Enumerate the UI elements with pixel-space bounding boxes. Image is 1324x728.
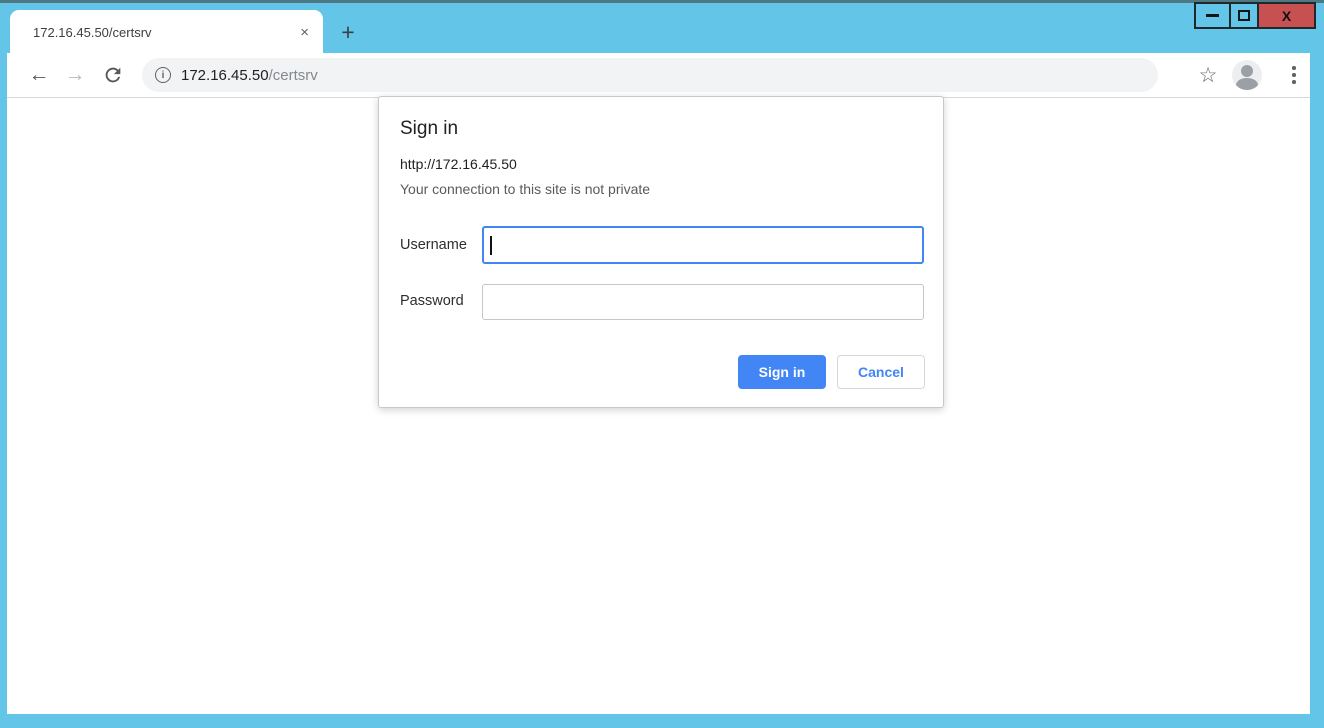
browser-menu-icon[interactable] <box>1281 53 1307 97</box>
dialog-origin-url: http://172.16.45.50 <box>400 156 517 172</box>
back-button[interactable]: ← <box>26 53 52 97</box>
cancel-button[interactable]: Cancel <box>837 355 925 389</box>
url-text: 172.16.45.50/certsrv <box>181 67 318 84</box>
tab-close-icon[interactable]: × <box>300 25 309 40</box>
forward-button: → <box>62 53 88 97</box>
window-controls: X <box>1194 2 1316 29</box>
tab-title: 172.16.45.50/certsrv <box>33 25 300 40</box>
dialog-warning-text: Your connection to this site is not priv… <box>400 181 650 197</box>
close-window-icon: X <box>1282 9 1291 23</box>
password-label: Password <box>400 293 464 309</box>
reload-icon[interactable] <box>101 64 125 86</box>
minimize-icon <box>1206 14 1219 17</box>
signin-dialog: Sign in http://172.16.45.50 Your connect… <box>378 96 944 408</box>
profile-avatar-icon[interactable] <box>1232 60 1262 90</box>
dialog-title: Sign in <box>400 118 458 140</box>
text-cursor <box>490 236 492 255</box>
minimize-button[interactable] <box>1194 2 1231 29</box>
url-path: /certsrv <box>269 67 318 84</box>
maximize-button[interactable] <box>1229 2 1259 29</box>
browser-tab[interactable]: 172.16.45.50/certsrv × <box>10 10 323 54</box>
browser-window: { "browser": { "tab": { "title": "172.16… <box>0 0 1324 728</box>
close-window-button[interactable]: X <box>1257 2 1316 29</box>
window-top-edge <box>0 0 1324 3</box>
new-tab-button[interactable]: + <box>334 18 362 46</box>
username-label: Username <box>400 237 467 253</box>
info-icon[interactable]: i <box>155 67 171 83</box>
url-bar[interactable]: i 172.16.45.50/certsrv <box>142 58 1158 92</box>
toolbar: ← → i 172.16.45.50/certsrv ☆ <box>7 53 1310 98</box>
url-host: 172.16.45.50 <box>181 67 269 84</box>
password-field[interactable] <box>482 284 924 320</box>
sign-in-button[interactable]: Sign in <box>738 355 826 389</box>
maximize-icon <box>1238 10 1250 21</box>
bookmark-star-icon[interactable]: ☆ <box>1195 53 1221 97</box>
username-field[interactable] <box>482 226 924 264</box>
